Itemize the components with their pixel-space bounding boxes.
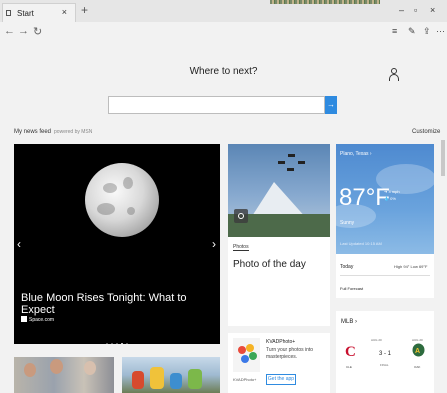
close-window-button[interactable]: × [430, 5, 435, 15]
camera-icon [234, 209, 248, 223]
team-right: OAK [414, 365, 421, 369]
scrollbar[interactable] [441, 140, 445, 176]
divider [340, 275, 430, 276]
refresh-button[interactable]: ↻ [33, 25, 42, 38]
carousel-next-button[interactable]: › [212, 237, 216, 251]
moon-image [85, 163, 159, 237]
cleveland-logo-icon: C [345, 344, 356, 357]
customize-link[interactable]: Customize [412, 129, 440, 135]
get-app-button[interactable]: Get the app [266, 374, 296, 385]
game-status: FINAL [380, 363, 389, 367]
app-logo-icon [233, 338, 260, 372]
search-input[interactable] [108, 96, 325, 114]
weather-today-label: Today [340, 264, 354, 270]
full-forecast-link[interactable]: Full Forecast [340, 286, 363, 291]
svg-text:A: A [415, 348, 420, 355]
hero-carousel[interactable]: ‹ › Blue Moon Rises Tonight: What to Exp… [14, 144, 220, 344]
weather-high-low: High 94° Low 69°F [394, 264, 428, 269]
game-score: 3 - 1 [379, 351, 392, 357]
more-icon[interactable]: ··· [436, 26, 445, 36]
app-subtitle: KVADPhoto+ [233, 377, 257, 382]
carousel-dot[interactable] [111, 343, 113, 344]
web-note-icon[interactable]: ✎ [408, 26, 416, 37]
photos-tag[interactable]: Photos [233, 244, 249, 251]
mlb-title[interactable]: MLB › [341, 319, 357, 325]
forward-button[interactable]: → [18, 25, 29, 37]
photo-of-the-day-card[interactable]: Photos Photo of the day [228, 144, 330, 326]
carousel-dot[interactable] [126, 343, 128, 344]
news-feed-label: My news feed powered by MSN [14, 129, 92, 135]
carousel-dot-active[interactable] [121, 343, 123, 344]
page-icon [6, 10, 11, 16]
hub-icon[interactable]: ≡ [392, 26, 397, 36]
navigation-bar: ← → ↻ ≡ ✎ ⇪ ··· [0, 22, 447, 42]
hero-headline[interactable]: Blue Moon Rises Tonight: What to Expect [21, 292, 220, 316]
minimize-button[interactable]: – [399, 5, 404, 15]
weather-card[interactable]: Plano, Texas › 87°F ➔ 4 mph 💧 0% Sunny L… [336, 144, 434, 298]
share-icon[interactable]: ⇪ [423, 26, 431, 37]
precipitation: 💧 0% [384, 196, 396, 201]
desktop-strip [270, 0, 380, 4]
svg-text:C: C [345, 344, 356, 357]
weather-temperature: 87°F [339, 184, 390, 211]
powered-by: powered by MSN [54, 129, 93, 135]
app-description: Turn your photos into masterpieces. [266, 347, 314, 360]
photo-title[interactable]: Photo of the day [233, 259, 306, 270]
tab-start[interactable]: Start × [2, 3, 76, 22]
tab-bar: Start × + – ▫ × [0, 0, 447, 22]
carousel-prev-button[interactable]: ‹ [17, 237, 21, 251]
weather-condition: Sunny [340, 220, 355, 226]
weather-panel: Plano, Texas › 87°F ➔ 4 mph 💧 0% Sunny L… [336, 144, 434, 254]
carousel-dots[interactable] [106, 332, 131, 344]
hero-source: Space.com [21, 316, 54, 323]
game-date-left: AUG 20 [371, 338, 382, 342]
carousel-dot[interactable] [116, 343, 118, 344]
app-name: KVADPhoto+ [266, 339, 296, 345]
mlb-scores-card[interactable]: MLB › AUG 20 AUG 20 C A 3 - 1 FINAL CLE … [336, 311, 434, 393]
game-date-right: AUG 20 [412, 338, 423, 342]
back-button[interactable]: ← [4, 25, 15, 37]
weather-updated: Last Updated 10:15 AM [340, 241, 382, 246]
app-promo-card[interactable]: KVADPhoto+ Turn your photos into masterp… [228, 333, 330, 393]
team-left: CLE [346, 365, 352, 369]
hero-source-name: Space.com [29, 317, 55, 323]
more-news-row [14, 357, 220, 393]
news-thumbnail-parade[interactable] [122, 357, 220, 393]
maximize-button[interactable]: ▫ [414, 5, 417, 15]
weather-details: ➔ 4 mph 💧 0% [384, 188, 400, 202]
tab-title: Start [17, 9, 34, 18]
search-heading: Where to next? [189, 66, 258, 77]
profile-icon[interactable] [388, 68, 400, 82]
source-logo-icon [21, 316, 27, 322]
news-thumbnail-people[interactable] [14, 357, 114, 393]
mountain-photo [228, 144, 330, 237]
tab-close-icon[interactable]: × [62, 7, 67, 17]
wind-speed: ➔ 4 mph [384, 189, 400, 194]
new-tab-button[interactable]: + [81, 3, 88, 17]
carousel-dot[interactable] [106, 343, 108, 344]
weather-location[interactable]: Plano, Texas › [340, 151, 372, 157]
oakland-logo-icon: A [412, 343, 425, 357]
search-go-button[interactable]: → [325, 96, 337, 114]
news-feed-title: My news feed [14, 129, 52, 135]
